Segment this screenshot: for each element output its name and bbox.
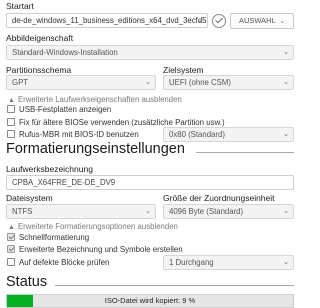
file-system-value: NTFS [12,207,33,216]
partition-scheme-label: Partitionsschema [6,65,72,75]
passes-dropdown[interactable]: 1 Durchgang ⌄ [163,255,294,270]
usb-drives-option[interactable]: USB-Festplatten anzeigen [7,105,111,114]
boot-selection-label: Startart [6,1,34,11]
extended-label-checkbox[interactable] [7,245,15,253]
select-button-label: AUSWAHL [238,16,276,25]
old-bios-option[interactable]: Fix für ältere BIOSe verwenden (zusätzli… [7,118,225,127]
bad-blocks-label: Auf defekte Blöcke prüfen [19,258,110,267]
volume-label-input[interactable]: CPBA_X64FRE_DE-DE_DV9 [6,175,294,190]
status-progress-bar: ISO-Datei wird kopiert: 9 % [6,294,294,308]
bios-id-dropdown[interactable]: 0x80 (Standard) ⌄ [163,127,294,142]
rufus-mbr-label: Rufus-MBR mit BIOS-ID benutzen [19,130,139,139]
cluster-size-value: 4096 Byte (Standard) [169,207,244,216]
target-system-value: UEFI (ohne CSM) [169,78,231,87]
cluster-size-dropdown[interactable]: 4096 Byte (Standard) ⌄ [163,204,294,219]
target-system-dropdown[interactable]: UEFI (ohne CSM) ⌄ [163,75,294,90]
usb-drives-checkbox[interactable] [7,105,15,113]
quick-format-checkbox[interactable] [7,233,15,241]
volume-label-value: CPBA_X64FRE_DE-DE_DV9 [12,178,116,187]
drive-advanced-toggle[interactable]: ▲ Erweiterte Laufwerkseigenschaften ausbl… [8,95,182,104]
bad-blocks-checkbox[interactable] [7,258,15,266]
quick-format-label: Schnellformatierung [19,233,90,242]
rufus-mbr-checkbox[interactable] [7,130,15,138]
quick-format-option[interactable]: Schnellformatierung [7,233,89,242]
format-advanced-label: Erweiterte Formatierungsoptionen ausblen… [17,222,178,231]
chevron-down-icon: ⌄ [283,49,289,56]
format-section-divider [196,152,294,153]
old-bios-label: Fix für ältere BIOSe verwenden (zusätzli… [19,118,225,127]
file-system-dropdown[interactable]: NTFS ⌄ [6,204,156,219]
usb-drives-label: USB-Festplatten anzeigen [19,105,112,114]
cluster-size-label: Größe der Zuordnungseinheit [163,193,275,203]
chevron-down-icon: ⌄ [283,131,289,138]
drive-advanced-label: Erweiterte Laufwerkseigenschaften ausble… [17,95,182,104]
image-option-dropdown[interactable]: Standard-Windows-Installation ⌄ [6,45,294,60]
rufus-mbr-option[interactable]: Rufus-MBR mit BIOS-ID benutzen [7,130,139,139]
collapse-arrow-icon: ▲ [8,97,15,104]
old-bios-checkbox[interactable] [7,118,15,126]
partition-scheme-value: GPT [12,78,29,87]
format-section-title: Formatierungseinstellungen [6,141,185,157]
split-chevron-icon: ⌄ [279,18,286,25]
chevron-down-icon: ⌄ [197,17,203,24]
status-section-title: Status [6,274,48,290]
target-system-label: Zielsystem [163,65,204,75]
collapse-arrow-icon: ▲ [8,224,15,231]
image-option-value: Standard-Windows-Installation [12,48,118,57]
bad-blocks-option[interactable]: Auf defekte Blöcke prüfen [7,258,109,267]
chevron-down-icon: ⌄ [283,208,289,215]
passes-value: 1 Durchgang [169,258,214,267]
chevron-down-icon: ⌄ [145,79,151,86]
image-option-label: Abbildeigenschaft [6,33,74,43]
boot-selection-dropdown[interactable]: de-de_windows_11_business_editions_x64_d… [6,13,208,28]
chevron-down-icon: ⌄ [283,79,289,86]
extended-label-option[interactable]: Erweiterte Bezeichnung und Symbole erste… [7,245,183,254]
chevron-down-icon: ⌄ [145,208,151,215]
partition-scheme-dropdown[interactable]: GPT ⌄ [6,75,156,90]
select-image-button[interactable]: AUSWAHL ⌄ [230,13,294,29]
verify-checksum-icon[interactable] [212,14,226,28]
file-system-label: Dateisystem [6,193,53,203]
volume-label-label: Laufwerksbezeichnung [6,164,93,174]
bios-id-value: 0x80 (Standard) [169,130,225,139]
status-section-divider [55,285,294,286]
extended-label-label: Erweiterte Bezeichnung und Symbole erste… [19,245,183,254]
format-advanced-toggle[interactable]: ▲ Erweiterte Formatierungsoptionen ausble… [8,222,178,231]
boot-selection-value: de-de_windows_11_business_editions_x64_d… [12,16,208,25]
progress-text: ISO-Datei wird kopiert: 9 % [104,296,196,305]
chevron-down-icon: ⌄ [283,259,289,266]
